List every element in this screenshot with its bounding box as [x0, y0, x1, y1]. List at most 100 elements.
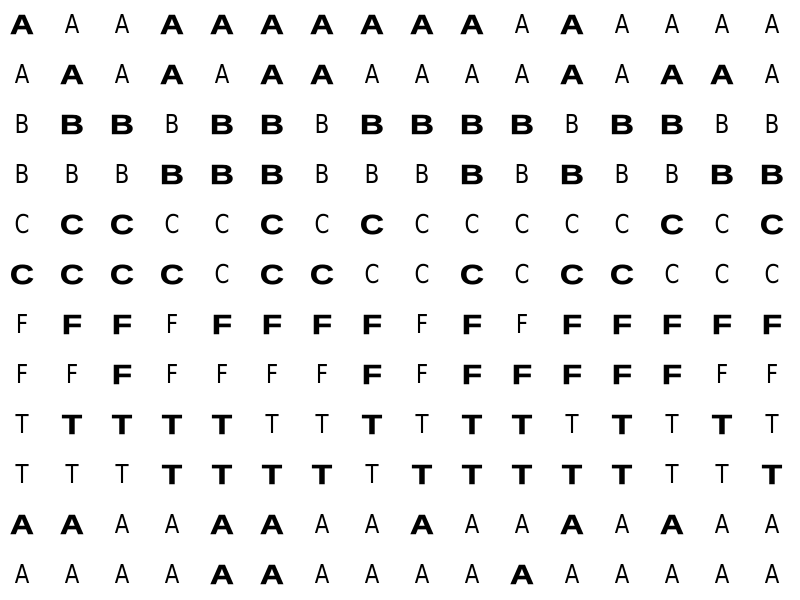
letter-cell: T [15, 460, 29, 490]
letter-cell: T [611, 409, 633, 440]
letter-cell: T [265, 410, 279, 440]
letter-cell: B [564, 110, 580, 140]
letter-cell: F [661, 359, 683, 390]
letter-cell: A [60, 509, 85, 540]
letter-cell: A [14, 60, 30, 90]
letter-cell: B [260, 109, 285, 140]
letter-cell: T [665, 460, 679, 490]
letter-cell: T [511, 409, 533, 440]
letter-cell: T [665, 410, 679, 440]
letter-cell: C [664, 260, 680, 290]
letter-cell: A [64, 560, 80, 590]
letter-cell: C [160, 259, 185, 290]
letter-cell: C [260, 209, 285, 240]
letter-cell: B [714, 110, 730, 140]
letter-cell: F [215, 360, 229, 390]
letter-cell: A [764, 10, 780, 40]
letter-cell: F [15, 310, 29, 340]
letter-cell: C [610, 259, 635, 290]
letter-cell: T [15, 410, 29, 440]
letter-cell: F [111, 359, 133, 390]
letter-cell: F [461, 309, 483, 340]
letter-cell: C [14, 210, 30, 240]
letter-cell: A [560, 9, 585, 40]
letter-cell: C [660, 209, 685, 240]
letter-cell: T [361, 409, 383, 440]
letter-cell: A [764, 60, 780, 90]
letter-cell: A [314, 560, 330, 590]
letter-cell: F [265, 360, 279, 390]
letter-cell: B [260, 159, 285, 190]
letter-cell: F [165, 360, 179, 390]
letter-cell: A [710, 59, 735, 90]
letter-cell: A [164, 560, 180, 590]
letter-cell: C [314, 210, 330, 240]
letter-cell: T [611, 459, 633, 490]
letter-cell: C [714, 210, 730, 240]
letter-cell: T [711, 409, 733, 440]
letter-cell: C [360, 209, 385, 240]
letter-cell: A [310, 59, 335, 90]
letter-cell: C [214, 260, 230, 290]
letter-cell: B [560, 159, 585, 190]
letter-cell: C [464, 210, 480, 240]
letter-cell: T [211, 409, 233, 440]
letter-cell: F [315, 360, 329, 390]
letter-cell: B [660, 109, 685, 140]
letter-cell: T [715, 460, 729, 490]
letter-cell: C [764, 260, 780, 290]
letter-cell: A [164, 510, 180, 540]
letter-cell: F [761, 309, 783, 340]
letter-cell: A [714, 560, 730, 590]
letter-cell: T [315, 410, 329, 440]
letter-cell: A [614, 60, 630, 90]
letter-cell: A [414, 60, 430, 90]
letter-cell: B [764, 110, 780, 140]
letter-cell: A [714, 510, 730, 540]
letter-cell: A [64, 10, 80, 40]
letter-cell: F [715, 360, 729, 390]
letter-cell: A [764, 510, 780, 540]
letter-cell: B [164, 110, 180, 140]
letter-cell: A [664, 560, 680, 590]
letter-cell: C [614, 210, 630, 240]
letter-cell: A [114, 10, 130, 40]
letter-cell: F [111, 309, 133, 340]
letter-cell: A [10, 9, 35, 40]
letter-cell: A [660, 509, 685, 540]
letter-cell: A [564, 560, 580, 590]
letter-grid: AAAAAAAAAAAAAAAAAAAAAAAAAAAAAAAABBBBBBBB… [0, 0, 800, 600]
letter-cell: T [761, 459, 783, 490]
letter-cell: B [664, 160, 680, 190]
letter-cell: A [364, 560, 380, 590]
letter-cell: B [364, 160, 380, 190]
letter-cell: C [214, 210, 230, 240]
letter-cell: B [14, 110, 30, 140]
letter-cell: C [414, 210, 430, 240]
letter-cell: B [510, 109, 535, 140]
letter-cell: C [460, 259, 485, 290]
letter-cell: B [414, 160, 430, 190]
letter-cell: A [560, 59, 585, 90]
letter-cell: A [160, 59, 185, 90]
letter-cell: A [364, 510, 380, 540]
letter-cell: B [110, 109, 135, 140]
letter-cell: A [464, 510, 480, 540]
letter-cell: A [664, 10, 680, 40]
letter-cell: F [361, 309, 383, 340]
letter-cell: C [364, 260, 380, 290]
letter-cell: B [460, 159, 485, 190]
letter-cell: A [260, 509, 285, 540]
letter-cell: C [414, 260, 430, 290]
letter-cell: F [765, 360, 779, 390]
letter-cell: B [114, 160, 130, 190]
letter-cell: B [14, 160, 30, 190]
letter-cell: A [764, 560, 780, 590]
letter-cell: A [614, 560, 630, 590]
letter-cell: B [314, 110, 330, 140]
letter-cell: A [464, 560, 480, 590]
letter-cell: A [510, 559, 535, 590]
letter-cell: F [65, 360, 79, 390]
letter-cell: F [165, 310, 179, 340]
letter-cell: T [65, 460, 79, 490]
